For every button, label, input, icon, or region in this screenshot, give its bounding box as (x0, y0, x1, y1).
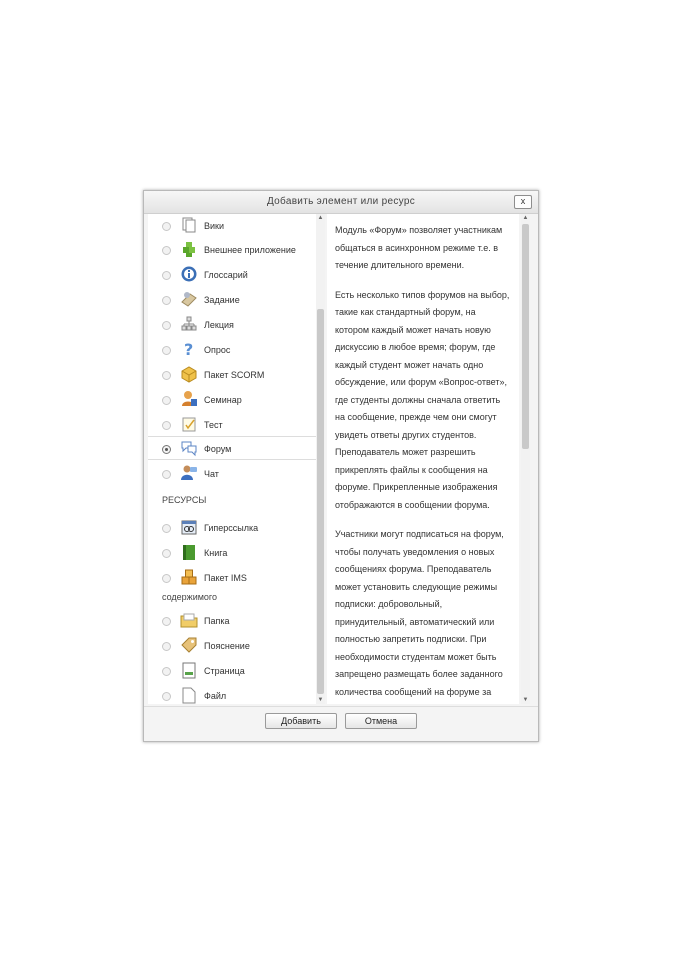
question-icon: ? (184, 340, 193, 358)
list-item-glossary[interactable]: Глоссарий (148, 263, 316, 287)
list-item-workshop[interactable]: Семинар (148, 388, 316, 412)
close-button[interactable]: x (514, 195, 532, 209)
scroll-up-arrow-icon[interactable]: ▲ (522, 215, 529, 221)
lesson-icon (181, 316, 197, 331)
list-item-wiki[interactable]: Вики (148, 214, 316, 238)
list-item-label: Вики (204, 221, 224, 231)
assignment-icon (181, 292, 197, 307)
list-item-label: Пояснение (204, 641, 250, 651)
radio-button[interactable] (162, 574, 171, 583)
list-item-label: Книга (204, 548, 228, 558)
radio-button[interactable] (162, 549, 171, 558)
list-item-file[interactable]: Файл (148, 684, 316, 704)
section-header-resources: РЕСУРСЫ (162, 495, 207, 505)
radio-button[interactable] (162, 667, 171, 676)
section-header-content: содержимого (162, 592, 218, 602)
package-icon (181, 366, 197, 383)
radio-button[interactable] (162, 617, 171, 626)
puzzle-icon (183, 242, 195, 257)
svg-text:?: ? (184, 340, 193, 358)
cancel-button[interactable]: Отмена (345, 713, 417, 729)
radio-button[interactable] (162, 470, 171, 479)
list-item-url[interactable]: Гиперссылка (148, 516, 316, 540)
quiz-icon (182, 417, 196, 432)
list-item-label: Глоссарий (204, 270, 248, 280)
description-paragraph: Участники могут подписаться на форум, чт… (335, 529, 504, 697)
radio-button[interactable] (162, 642, 171, 651)
radio-button[interactable] (162, 692, 171, 701)
radio-button[interactable] (162, 321, 171, 330)
list-item-label: Опрос (204, 345, 231, 355)
scrollbar-thumb[interactable] (317, 309, 324, 694)
list-item-assignment[interactable]: Задание (148, 288, 316, 312)
radio-button[interactable] (162, 222, 171, 231)
radio-button[interactable] (162, 421, 171, 430)
list-item-label: Внешнее приложение (204, 245, 296, 255)
scroll-down-arrow-icon[interactable]: ▼ (317, 697, 324, 703)
scroll-up-arrow-icon[interactable]: ▲ (317, 215, 324, 221)
radio-button[interactable] (162, 524, 171, 533)
forum-icon (181, 441, 197, 457)
url-icon (181, 520, 197, 535)
list-item-label: Задание (204, 295, 240, 305)
list-item-ims-package[interactable]: Пакет IMS (148, 566, 316, 590)
list-item-label: Файл (204, 691, 227, 701)
scrollbar-thumb[interactable] (522, 224, 529, 449)
label-icon (181, 637, 197, 653)
radio-button[interactable] (162, 296, 171, 305)
radio-button-selected[interactable] (162, 445, 171, 454)
module-list-scrollbar[interactable]: ▲ ▼ (316, 214, 325, 704)
list-item-forum[interactable]: Форум (148, 436, 316, 460)
list-item-page[interactable]: Страница (148, 659, 316, 683)
list-item-chat[interactable]: Чат (148, 462, 316, 486)
radio-button[interactable] (162, 396, 171, 405)
info-icon (181, 266, 197, 282)
file-icon (182, 687, 196, 704)
dialog-footer: Добавить Отмена (144, 706, 538, 741)
dialog-titlebar: Добавить элемент или ресурс x (144, 191, 538, 214)
list-item-choice[interactable]: ? Опрос (148, 338, 316, 362)
list-item-label: Семинар (204, 395, 242, 405)
list-item-label: Тест (204, 420, 223, 430)
radio-button[interactable] (162, 371, 171, 380)
module-description: Модуль «Форум» позволяет участникам обща… (327, 214, 519, 704)
module-list: Вики Внешнее приложение Глоссарий Задани… (148, 214, 317, 704)
radio-button[interactable] (162, 271, 171, 280)
list-item-folder[interactable]: Папка (148, 609, 316, 633)
list-item-label: Папка (204, 616, 230, 626)
wiki-icon (182, 217, 196, 233)
radio-button[interactable] (162, 346, 171, 355)
list-item-label: Гиперссылка (204, 523, 259, 533)
list-item-label: Пакет IMS (204, 573, 247, 583)
list-item-label: Страница (204, 666, 245, 676)
description-scrollbar[interactable]: ▲ ▼ (521, 214, 530, 704)
list-item-scorm[interactable]: Пакет SCORM (148, 363, 316, 387)
radio-button[interactable] (162, 246, 171, 255)
list-item-book[interactable]: Книга (148, 541, 316, 565)
add-button[interactable]: Добавить (265, 713, 337, 729)
list-item-label: Лекция (204, 320, 234, 330)
chat-icon (181, 465, 197, 480)
workshop-icon (182, 391, 197, 406)
book-icon (183, 545, 195, 560)
list-item-label: Пакет SCORM (204, 370, 265, 380)
folder-icon (180, 613, 198, 628)
description-paragraph: Есть несколько типов форумов на выбор, т… (335, 289, 510, 510)
dialog-title: Добавить элемент или ресурс (266, 196, 416, 207)
list-item-quiz[interactable]: Тест (148, 413, 316, 437)
list-item-label: Чат (204, 469, 219, 479)
scroll-down-arrow-icon[interactable]: ▼ (522, 697, 529, 703)
list-item-external-tool[interactable]: Внешнее приложение (148, 238, 316, 262)
description-paragraph: Модуль «Форум» позволяет участникам обща… (335, 225, 503, 270)
add-activity-dialog: Добавить элемент или ресурс x Вики Внешн… (143, 190, 539, 742)
page-icon (182, 662, 196, 679)
list-item-label: Форум (204, 444, 232, 454)
ims-package-icon (181, 569, 197, 585)
list-item-lesson[interactable]: Лекция (148, 313, 316, 337)
list-item-label-resource[interactable]: Пояснение (148, 634, 316, 658)
